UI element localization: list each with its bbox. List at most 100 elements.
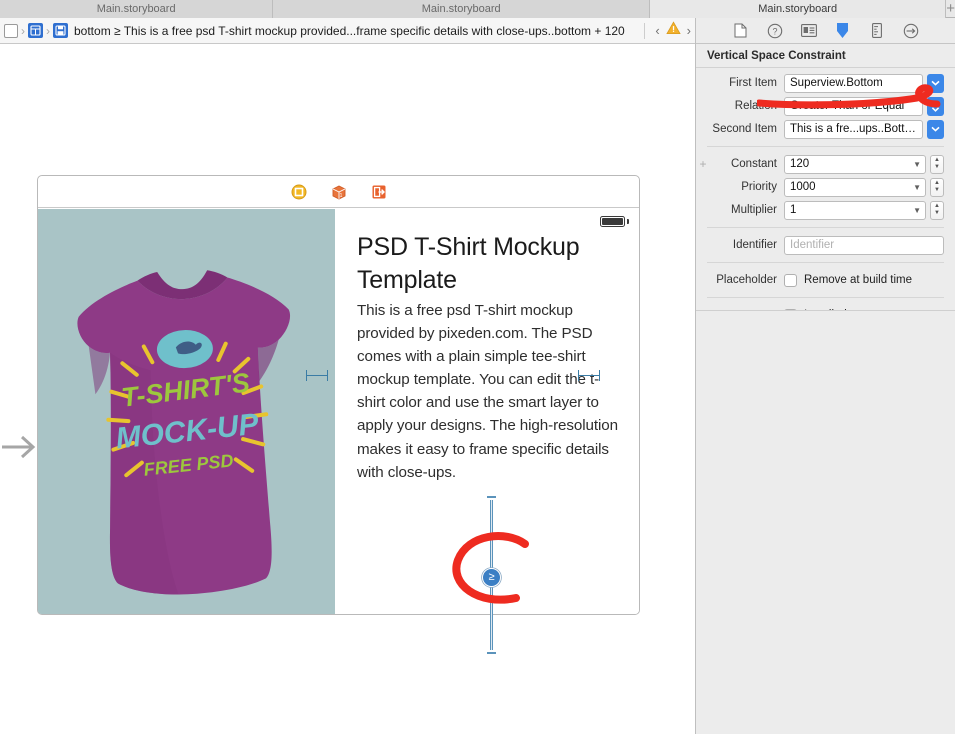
warning-triangle-icon[interactable] [666,21,681,40]
inspector-empty-area [696,311,955,734]
priority-row: Priority 1000 ▼ ▲▼ [696,176,955,198]
view-controller-icon[interactable] [291,184,307,200]
editor-tab-2[interactable]: Main.storyboard [273,0,650,18]
constant-value: 120 [790,158,909,170]
editor-tab-1[interactable]: Main.storyboard [0,0,273,18]
remove-at-build-time-checkbox[interactable] [784,274,797,287]
quick-help-inspector-icon[interactable]: ? [766,22,783,39]
constant-stepper[interactable]: ▲▼ [930,155,944,174]
inspector-divider-4 [707,297,944,298]
editor-tab-3[interactable]: Main.storyboard [650,0,946,18]
storyboard-canvas[interactable]: 1 [0,44,695,734]
second-item-value: This is a fre...ups..Bottom [790,123,918,135]
constraint-relation-badge[interactable]: ≥ [482,568,501,587]
multiplier-stepper[interactable]: ▲▼ [930,201,944,220]
chevron-down-icon[interactable]: ▼ [909,183,921,192]
initial-view-controller-arrow [2,432,40,462]
editor-tab-1-label: Main.storyboard [97,3,176,15]
relation-label: Relation [710,100,784,112]
chevron-down-icon [931,126,940,132]
editor-tab-2-label: Main.storyboard [422,3,501,15]
placeholder-row: Placeholder Remove at build time [696,269,955,291]
priority-field[interactable]: 1000 ▼ [784,178,926,197]
constant-add-variation[interactable]: + [696,157,710,171]
device-body-label[interactable]: This is a free psd T-shirt mockup provid… [357,299,619,484]
first-item-dropdown-button[interactable] [927,74,944,93]
inspector-divider-3 [707,262,944,263]
inspector-rows: First Item Superview.Bottom Relation Gre… [696,68,955,349]
inspector-divider-2 [707,227,944,228]
remove-at-build-time-label: Remove at build time [804,274,912,286]
inspector-title: Vertical Space Constraint [696,44,955,68]
second-item-field[interactable]: This is a fre...ups..Bottom [784,120,923,139]
multiplier-label: Multiplier [710,204,784,216]
constant-label: Constant [710,158,784,170]
editor-tab-3-label: Main.storyboard [758,3,837,15]
scene-dock: 1 [38,176,639,208]
jump-bar-divider [644,23,645,39]
identity-inspector-icon[interactable] [800,22,817,39]
xcode-window: Main.storyboard Main.storyboard Main.sto… [0,0,955,734]
vertical-space-constraint-indicator[interactable]: ≥ [487,496,496,654]
multiplier-row: Multiplier 1 ▼ ▲▼ [696,199,955,221]
file-inspector-icon[interactable] [732,22,749,39]
new-tab-button[interactable]: + [946,0,955,17]
svg-text:1: 1 [339,193,342,199]
issue-previous-button[interactable]: ‹ [655,23,659,38]
inspector-panel: ? [695,18,955,734]
scene-container[interactable]: 1 [37,175,640,615]
chevron-down-icon[interactable]: ▼ [909,206,921,215]
trailing-constraint-indicator[interactable] [578,370,600,381]
identifier-label: Identifier [710,239,784,251]
view-controller-glyph [30,25,41,36]
priority-stepper[interactable]: ▲▼ [930,178,944,197]
size-inspector-icon[interactable] [868,22,885,39]
battery-cap-icon [627,219,629,224]
remove-at-build-time-checkbox-row[interactable]: Remove at build time [784,269,912,291]
issue-next-button[interactable]: › [687,23,691,38]
svg-text:?: ? [772,26,777,36]
first-item-field[interactable]: Superview.Bottom [784,74,923,93]
first-responder-icon[interactable]: 1 [331,184,347,200]
tshirt-illustration: T-SHIRT'S MOCK-UP FREE PSD [38,209,335,614]
breadcrumb[interactable]: bottom ≥ This is a free psd T-shirt mock… [74,24,638,38]
connections-inspector-icon[interactable] [902,22,919,39]
storyboard-icon[interactable] [53,23,68,38]
view-controller-icon[interactable] [28,23,43,38]
chevron-down-icon[interactable]: ▼ [909,160,921,169]
jump-bar: › › bottom ≥ This is a free psd T-shirt … [0,18,695,44]
device-title-label[interactable]: PSD T-Shirt Mockup Template [357,231,619,297]
first-item-value: Superview.Bottom [790,77,918,89]
relation-dropdown-button[interactable] [927,97,944,116]
leading-constraint-indicator[interactable] [306,370,328,381]
constant-field[interactable]: 120 ▼ [784,155,926,174]
constant-row: + Constant 120 ▼ ▲▼ [696,153,955,175]
exit-icon[interactable] [371,184,387,200]
window-icon[interactable] [4,24,18,38]
breadcrumb-separator-2: › [46,24,50,38]
priority-value: 1000 [790,181,909,193]
inspector-divider-1 [707,146,944,147]
tshirt-image: T-SHIRT'S MOCK-UP FREE PSD [38,209,335,614]
identifier-placeholder: Identifier [790,239,834,251]
inspector-tab-bar: ? [696,18,955,44]
breadcrumb-separator-1: › [21,24,25,38]
multiplier-field[interactable]: 1 ▼ [784,201,926,220]
storyboard-glyph [55,25,66,36]
first-item-label: First Item [710,77,784,89]
editor-tab-bar: Main.storyboard Main.storyboard Main.sto… [0,0,955,18]
identifier-row: Identifier Identifier [696,234,955,256]
multiplier-value: 1 [790,204,909,216]
relation-field[interactable]: Greater Than or Equal [784,97,923,116]
chevron-down-icon [931,80,940,86]
plus-icon: + [946,0,955,17]
attributes-inspector-icon[interactable] [834,22,851,39]
second-item-dropdown-button[interactable] [927,120,944,139]
identifier-input[interactable]: Identifier [784,236,944,255]
placeholder-label: Placeholder [710,274,784,286]
jump-bar-controls: ‹ › [638,21,691,40]
first-item-row: First Item Superview.Bottom [696,72,955,94]
chevron-up-down-icon [931,101,940,112]
battery-icon [600,216,625,227]
relation-value: Greater Than or Equal [790,100,918,112]
